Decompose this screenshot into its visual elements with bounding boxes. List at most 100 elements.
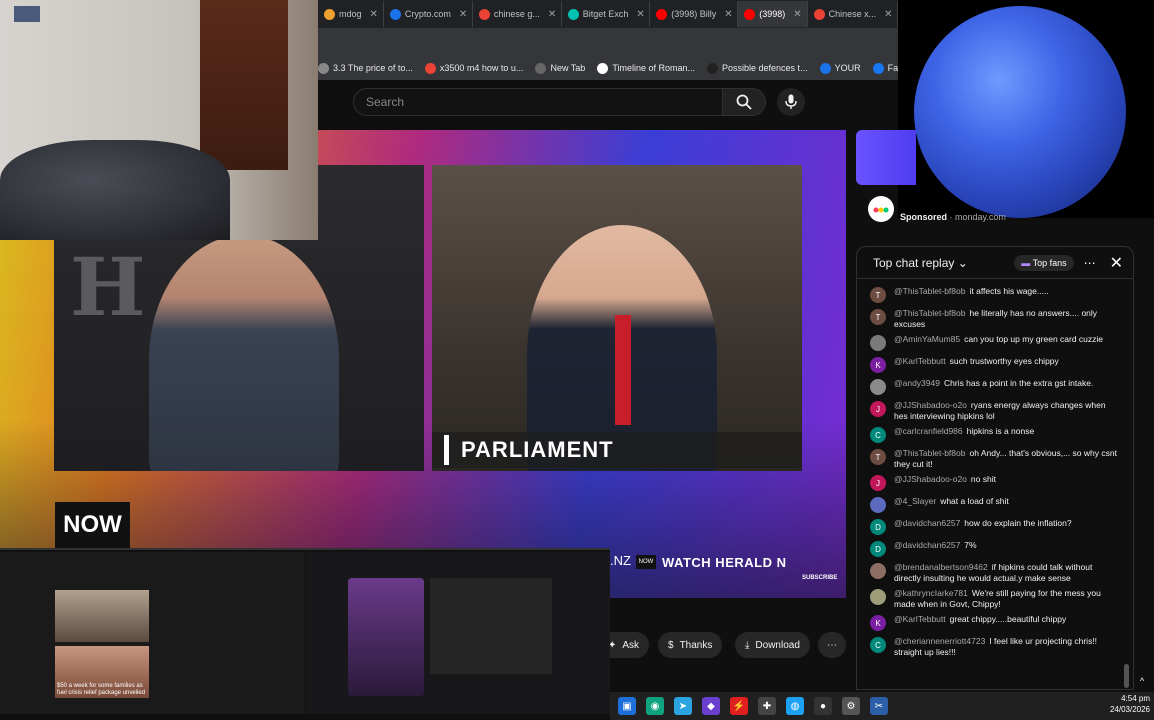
bookmark-label: Timeline of Roman... [612, 63, 696, 73]
more-actions-button[interactable]: ⋯ [818, 632, 846, 658]
bookmark-item[interactable]: Facebook green [872, 62, 898, 74]
close-icon[interactable]: ✕ [1110, 253, 1123, 273]
chat-message[interactable]: C @cheriannenerriott4723 I feel like ur pr… [870, 634, 1120, 660]
chat-author[interactable]: @4_Slayer [894, 496, 936, 506]
avatar [870, 335, 886, 351]
chat-author[interactable]: @ThisTablet-bf8ob [894, 286, 965, 296]
file-explorer-icon[interactable]: ▣ [618, 697, 636, 715]
search-button[interactable] [722, 88, 766, 116]
chat-message[interactable]: @AminYaMum85 can you top up my green card… [870, 332, 1120, 354]
telegram-icon[interactable]: ➤ [674, 697, 692, 715]
gamepad-icon[interactable]: ✚ [758, 697, 776, 715]
close-tab-icon[interactable]: ✕ [636, 9, 644, 20]
chat-message[interactable]: K @KarlTebbutt such trustworthy eyes chipp… [870, 354, 1120, 376]
chat-text: can you top up my green card cuzzie [964, 334, 1104, 344]
wall-poster [14, 6, 40, 22]
chat-author[interactable]: @davidchan6257 [894, 518, 960, 528]
now-badge: NOW [55, 502, 130, 548]
chat-message[interactable]: @4_Slayer what a load of shit [870, 494, 1120, 516]
chat-mode-dropdown[interactable]: Top chat replay ⌄ [873, 256, 968, 270]
chat-message[interactable]: K @KarlTebbutt great chippy.....beautiful … [870, 612, 1120, 634]
chat-author[interactable]: @davidchan6257 [894, 540, 960, 550]
sponsor-text: Sponsored · monday.com [900, 212, 1006, 222]
top-fans-button[interactable]: ▬ Top fans [1014, 254, 1074, 271]
chat-scrollbar[interactable] [1124, 284, 1130, 688]
browser-tab[interactable]: chinese g... ✕ [473, 1, 562, 27]
search-input[interactable]: Search [353, 88, 723, 116]
chat-header: Top chat replay ⌄ ▬ Top fans ⋯ ✕ [857, 247, 1133, 279]
chat-message[interactable]: @kathryncIarke781 We're still paying for … [870, 586, 1120, 612]
app-icon[interactable]: ◍ [786, 697, 804, 715]
app-icon[interactable]: ◉ [646, 697, 664, 715]
chat-message[interactable]: T @ThisTablet-bf8ob it affects his wage...… [870, 284, 1120, 306]
herald-logo: H [70, 240, 146, 334]
chat-message[interactable]: C @carlcranfield986 hipkins is a nonse [870, 424, 1120, 446]
chat-author[interactable]: @carlcranfield986 [894, 426, 963, 436]
bookmark-item[interactable]: 3.3 The price of to... [318, 62, 413, 74]
chat-message[interactable]: T @ThisTablet-bf8ob oh Andy... that's obvi… [870, 446, 1120, 472]
close-tab-icon[interactable]: ✕ [793, 9, 801, 20]
browser-tab[interactable]: Bitget Exch ✕ [562, 1, 651, 27]
tab-favicon-icon [478, 8, 490, 20]
close-tab-icon[interactable]: ✕ [884, 9, 892, 20]
thanks-button[interactable]: $ Thanks [658, 632, 723, 658]
close-tab-icon[interactable]: ✕ [459, 9, 467, 20]
bookmark-item[interactable]: New Tab [535, 62, 585, 74]
chat-author[interactable]: @ThisTablet-bf8ob [894, 448, 965, 458]
lightning-icon[interactable]: ⚡ [730, 697, 748, 715]
bookmark-item[interactable]: Possible defences t... [707, 62, 808, 74]
chat-message[interactable]: @andy3949 Chris has a point in the extra … [870, 376, 1120, 398]
chat-author[interactable]: @JJShabadoo-o2o [894, 400, 967, 410]
chat-message[interactable]: D @davidchan6257 how do explain the inflat… [870, 516, 1120, 538]
chat-message[interactable]: J @JJShabadoo-o2o ryans energy always chan… [870, 398, 1120, 424]
more-options-icon[interactable]: ⋯ [1084, 256, 1096, 270]
app-icon[interactable]: ◆ [702, 697, 720, 715]
subscribe-text[interactable]: SUBSCRIBE [802, 575, 837, 581]
chat-author[interactable]: @JJShabadoo-o2o [894, 474, 967, 484]
bookmark-item[interactable]: x3500 m4 how to u... [424, 62, 523, 74]
chat-author[interactable]: @andy3949 [894, 378, 940, 388]
close-tab-icon[interactable]: ✕ [370, 9, 378, 20]
bookmark-label: Facebook green [887, 63, 898, 73]
browser-tab[interactable]: mdog ✕ [318, 1, 384, 27]
chat-author[interactable]: @AminYaMum85 [894, 334, 960, 344]
chat-author[interactable]: @kathryncIarke781 [894, 588, 968, 598]
chat-author[interactable]: @cheriannenerriott4723 [894, 636, 985, 646]
clock[interactable]: 4:54 pm 24/03/2026 [1090, 693, 1150, 715]
bookmark-favicon-icon [424, 62, 436, 74]
chat-message[interactable]: D @davidchan6257 7% [870, 538, 1120, 560]
tray-chevron-icon[interactable]: ^ [1140, 676, 1144, 686]
chat-author[interactable]: @KarlTebbutt [894, 614, 946, 624]
close-tab-icon[interactable]: ✕ [724, 9, 732, 20]
close-tab-icon[interactable]: ✕ [548, 9, 556, 20]
chat-message[interactable]: T @ThisTablet-bf8ob he literally has no an… [870, 306, 1120, 332]
sponsor-banner[interactable] [856, 130, 916, 185]
browser-tab[interactable]: Chinese x... ✕ [808, 1, 899, 27]
chat-text: what a load of shit [940, 496, 1009, 506]
chat-message[interactable]: @brendanalbertson9462 if hipkins could ta… [870, 560, 1120, 586]
search-icon [736, 94, 752, 110]
avatar: C [870, 427, 886, 443]
download-button[interactable]: ⤓ Download [735, 632, 810, 658]
app-icon[interactable]: ● [814, 697, 832, 715]
lower-third-bar: PARLIAMENT [432, 432, 802, 468]
chat-author[interactable]: @brendanalbertson9462 [894, 562, 988, 572]
chat-author[interactable]: @ThisTablet-bf8ob [894, 308, 965, 318]
address-bar[interactable] [318, 28, 898, 56]
chevron-down-icon: ⌄ [957, 255, 968, 270]
browser-tab[interactable]: (3998) Billy ✕ [650, 1, 739, 27]
chat-text: 7% [964, 540, 977, 550]
clock-time: 4:54 pm [1121, 694, 1150, 703]
settings-icon[interactable]: ⚙ [842, 697, 860, 715]
chat-message[interactable]: J @JJShabadoo-o2o no shit [870, 472, 1120, 494]
bookmark-item[interactable]: YOUR [819, 62, 861, 74]
bookmark-item[interactable]: Timeline of Roman... [597, 62, 696, 74]
chat-text: hipkins is a nonse [966, 426, 1035, 436]
chat-author[interactable]: @KarlTebbutt [894, 356, 946, 366]
mini-browser-left [0, 552, 305, 714]
browser-tab[interactable]: (3998) ✕ [738, 1, 808, 27]
browser-tab[interactable]: Crypto.com ✕ [384, 1, 473, 27]
voice-search-button[interactable] [777, 88, 805, 116]
snip-icon[interactable]: ✂ [870, 697, 888, 715]
avatar [870, 379, 886, 395]
